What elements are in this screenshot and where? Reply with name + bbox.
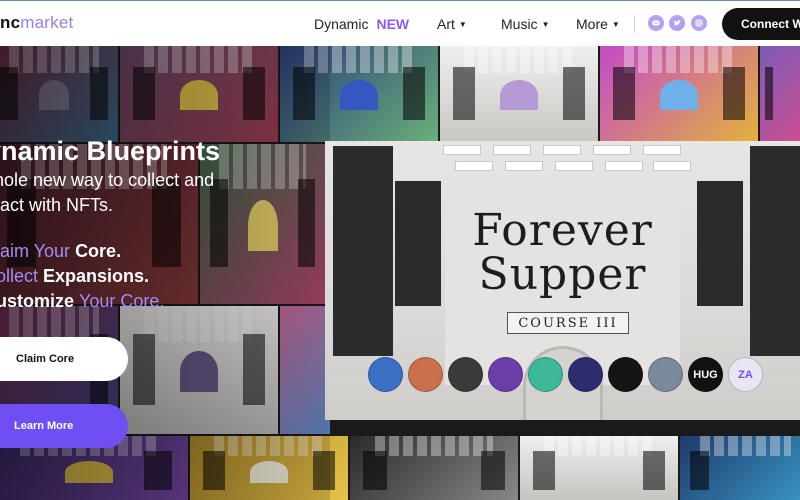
hero-subtitle-line: ract with NFTs. [0,195,114,215]
feature-title-line: Forever [472,205,653,256]
nav-item-more[interactable]: More ▼ [576,16,620,32]
nav-item-label: More [576,16,608,32]
hero-step: laim Your Core. [0,239,164,264]
artwork-tile [680,436,800,500]
artwork-tile [760,46,800,142]
artwork-tile [440,46,598,142]
nav-item-label: Art [437,16,455,32]
caret-down-icon: ▼ [458,19,467,29]
artist-avatar[interactable] [408,357,443,392]
step-accent-text: ollect [0,266,44,286]
caret-down-icon: ▼ [611,19,620,29]
artist-avatar[interactable] [528,357,563,392]
step-accent-text: Your Core. [79,291,165,311]
discord-icon[interactable] [648,15,664,31]
artist-avatar[interactable] [608,357,643,392]
artist-avatar[interactable] [648,357,683,392]
logo-light-text: market [20,13,74,32]
course-badge: COURSE III [507,312,629,334]
logo-bold-text: nc [0,13,21,32]
artist-avatar[interactable] [568,357,603,392]
featured-artwork-card[interactable]: Forever Supper COURSE III HUG ZA [325,141,800,420]
feature-title: Forever Supper [325,209,800,297]
hero-subtitle: hole new way to collect and ract with NF… [0,168,254,218]
step-accent-text: laim Your [0,241,76,261]
feature-title-line: Supper [478,249,647,300]
step-strong-text: ustomize [0,291,80,311]
caret-down-icon: ▼ [541,19,550,29]
nav-item-label: Dynamic [314,16,369,32]
hero-subtitle-line: hole new way to collect and [0,170,215,190]
instagram-icon[interactable] [691,15,707,31]
claim-core-button[interactable]: Claim Core [0,337,128,381]
learn-more-button[interactable]: Learn More [0,404,128,448]
artwork-tile [600,46,758,142]
nav-divider [634,15,635,33]
artist-avatar[interactable] [488,357,523,392]
artist-avatars: HUG ZA [368,357,763,392]
artwork-tile [520,436,678,500]
nav-item-label: Music [501,16,538,32]
step-strong-text: Core. [75,241,122,261]
artist-avatar[interactable] [448,357,483,392]
top-nav: ncmarket Dynamic NEW Art ▼ Music ▼ More ▼… [0,0,800,46]
artist-avatar[interactable] [368,357,403,392]
artist-avatar[interactable]: HUG [688,357,723,392]
connect-wallet-button[interactable]: Connect W [722,8,800,40]
hero-step: ollect Expansions. [0,264,164,289]
step-strong-text: Expansions. [43,266,150,286]
logo[interactable]: ncmarket [0,13,73,33]
artist-avatar[interactable]: ZA [728,357,763,392]
nav-item-art[interactable]: Art ▼ [437,16,467,32]
hero-steps: laim Your Core. ollect Expansions. ustom… [0,239,164,314]
nav-item-dynamic[interactable]: Dynamic NEW [314,16,409,32]
hero-title: ynamic Blueprints [0,136,221,166]
nav-item-music[interactable]: Music ▼ [501,16,549,32]
twitter-icon[interactable] [669,15,685,31]
new-badge: NEW [376,16,410,32]
ceiling-lights [435,141,695,185]
hero-step: ustomize Your Core. [0,289,164,314]
artwork-tile [350,436,518,500]
